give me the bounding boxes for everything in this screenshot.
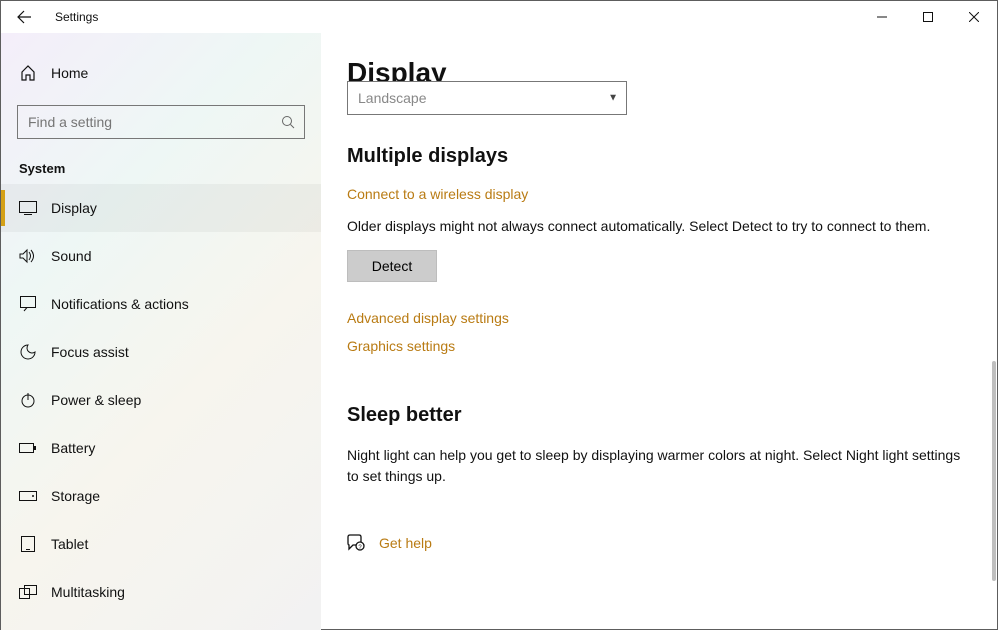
multiple-displays-heading: Multiple displays [347, 145, 967, 168]
display-icon [19, 201, 37, 215]
power-icon [19, 392, 37, 408]
battery-icon [19, 442, 37, 454]
sidebar-nav: Display Sound Notifications & actions Fo… [1, 184, 321, 616]
get-help-link[interactable]: Get help [379, 535, 432, 551]
graphics-settings-link[interactable]: Graphics settings [347, 338, 967, 354]
sidebar-item-notifications[interactable]: Notifications & actions [1, 280, 321, 328]
sidebar-item-focus-assist[interactable]: Focus assist [1, 328, 321, 376]
advanced-display-settings-link[interactable]: Advanced display settings [347, 310, 967, 326]
sidebar-item-label: Notifications & actions [51, 296, 189, 312]
back-arrow-icon [16, 9, 32, 25]
sleep-better-description: Night light can help you get to sleep by… [347, 445, 967, 486]
back-button[interactable] [1, 1, 47, 33]
chevron-down-icon: ▼ [608, 93, 618, 104]
sidebar-item-label: Storage [51, 488, 100, 504]
titlebar: Settings [1, 1, 997, 33]
sidebar-item-label: Multitasking [51, 584, 125, 600]
orientation-value: Landscape [358, 90, 427, 106]
sidebar-item-label: Sound [51, 248, 91, 264]
get-help-row[interactable]: ? Get help [347, 534, 967, 552]
detect-button[interactable]: Detect [347, 250, 437, 282]
get-help-icon: ? [347, 534, 365, 552]
sleep-better-heading: Sleep better [347, 404, 967, 427]
maximize-button[interactable] [905, 1, 951, 33]
window-controls [859, 1, 997, 33]
sidebar-item-multitasking[interactable]: Multitasking [1, 568, 321, 616]
orientation-dropdown[interactable]: Landscape ▼ [347, 81, 627, 115]
sidebar-item-storage[interactable]: Storage [1, 472, 321, 520]
sidebar-item-display[interactable]: Display [1, 184, 321, 232]
notifications-icon [19, 296, 37, 312]
search-icon [281, 115, 295, 129]
sidebar-item-label: Display [51, 200, 97, 216]
sidebar-item-label: Power & sleep [51, 392, 141, 408]
older-displays-text: Older displays might not always connect … [347, 216, 967, 236]
close-button[interactable] [951, 1, 997, 33]
sidebar-item-battery[interactable]: Battery [1, 424, 321, 472]
window-title: Settings [55, 10, 98, 24]
sidebar-item-sound[interactable]: Sound [1, 232, 321, 280]
tablet-icon [19, 536, 37, 552]
sidebar-item-label: Tablet [51, 536, 88, 552]
main-content: Display Landscape ▼ Multiple displays Co… [321, 33, 997, 629]
minimize-button[interactable] [859, 1, 905, 33]
storage-icon [19, 491, 37, 501]
sidebar-item-power-sleep[interactable]: Power & sleep [1, 376, 321, 424]
home-label: Home [51, 65, 88, 81]
scrollbar-thumb[interactable] [992, 361, 996, 581]
search-input[interactable] [17, 105, 305, 139]
connect-wireless-display-link[interactable]: Connect to a wireless display [347, 186, 528, 202]
focus-assist-icon [19, 344, 37, 360]
settings-window: Settings Home [0, 0, 998, 630]
sidebar-item-tablet[interactable]: Tablet [1, 520, 321, 568]
sidebar-item-label: Battery [51, 440, 95, 456]
close-icon [969, 12, 979, 22]
sound-icon [19, 248, 37, 264]
minimize-icon [877, 12, 887, 22]
multitasking-icon [19, 585, 37, 599]
home-button[interactable]: Home [1, 53, 321, 93]
search-box[interactable] [17, 105, 305, 139]
sidebar-section-label: System [19, 161, 321, 176]
sidebar: Home System Display Sound Notificat [1, 33, 321, 630]
maximize-icon [923, 12, 933, 22]
sidebar-item-label: Focus assist [51, 344, 129, 360]
detect-button-label: Detect [372, 258, 412, 274]
home-icon [19, 65, 37, 81]
